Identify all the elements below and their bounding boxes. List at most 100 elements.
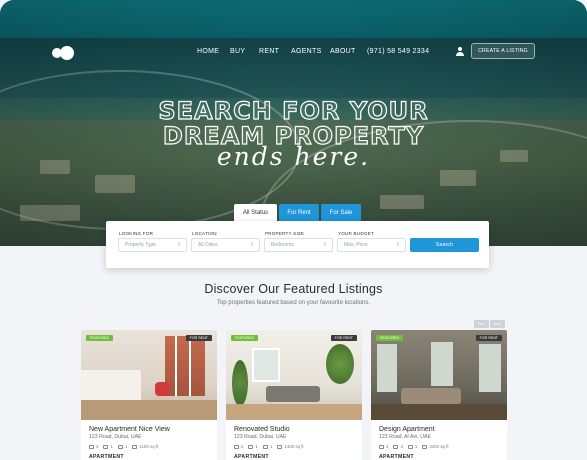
listing-features: 2 1 1 1400 sq ft bbox=[234, 444, 304, 449]
nav-rent[interactable]: RENT bbox=[259, 48, 279, 55]
tab-for-sale[interactable]: For Sale bbox=[321, 204, 361, 221]
field-label-looking-for: LOOKING FOR bbox=[119, 231, 154, 236]
listing-title[interactable]: Design Apartment bbox=[379, 426, 435, 433]
bath-icon bbox=[103, 444, 109, 449]
bed-icon bbox=[234, 444, 239, 449]
hero-script-text: ends here. bbox=[216, 142, 371, 171]
baths-count: 1 bbox=[255, 444, 258, 449]
next-button[interactable]: Next bbox=[490, 320, 505, 328]
property-type-value: Property Type bbox=[125, 242, 157, 248]
beds-count: 2 bbox=[241, 444, 244, 449]
listing-address: 123 Road, Al Ain, UAE bbox=[379, 434, 431, 440]
field-label-budget: YOUR BUDGET bbox=[338, 231, 374, 236]
chevron-down-icon: ⇳ bbox=[176, 242, 181, 248]
field-label-property-size: PROPERTY SIZE bbox=[265, 231, 305, 236]
area-feature: 1400 sq ft bbox=[277, 444, 304, 449]
bedrooms-select[interactable]: Bedrooms ⇳ bbox=[264, 238, 333, 252]
featured-badge: FEATURED bbox=[86, 335, 114, 341]
photo-window-frame bbox=[175, 336, 177, 396]
baths-count: 1 bbox=[110, 444, 113, 449]
listing-photo bbox=[371, 330, 507, 420]
listing-title[interactable]: New Apartment Nice View bbox=[89, 426, 170, 433]
area-value: 1400 sq ft bbox=[284, 444, 304, 449]
status-badge: FOR RENT bbox=[185, 335, 212, 341]
baths-count: 3 bbox=[400, 444, 403, 449]
photo-plant bbox=[326, 344, 354, 384]
area-feature: 2400 sq ft bbox=[422, 444, 449, 449]
listing-type: APARTMENT bbox=[234, 454, 269, 460]
create-listing-button[interactable]: CREATE A LISTING bbox=[471, 43, 535, 59]
photo-plant bbox=[232, 360, 248, 406]
photo-window bbox=[431, 342, 453, 386]
bed-icon bbox=[379, 444, 384, 449]
photo-sofa bbox=[266, 386, 320, 402]
prev-button[interactable]: Prev bbox=[474, 320, 489, 328]
max-price-select[interactable]: Max. Price ⇳ bbox=[337, 238, 406, 252]
tab-for-rent[interactable]: For Rent bbox=[279, 204, 319, 221]
parking-feature: 1 bbox=[407, 444, 417, 449]
logo[interactable] bbox=[52, 46, 76, 60]
car-icon bbox=[117, 444, 123, 449]
beds-feature: 2 bbox=[89, 444, 98, 449]
car-icon bbox=[262, 444, 268, 449]
photo-sofa bbox=[401, 388, 461, 404]
listing-title[interactable]: Renovated Studio bbox=[234, 426, 290, 433]
area-value: 2400 sq ft bbox=[429, 444, 449, 449]
bed-icon bbox=[89, 444, 94, 449]
area-feature: 1100 sq ft bbox=[132, 444, 158, 449]
page-frame: HOME BUY RENT AGENTS ABOUT (971) 58 549 … bbox=[0, 0, 587, 460]
baths-feature: 3 bbox=[393, 444, 403, 449]
baths-feature: 1 bbox=[103, 444, 113, 449]
max-price-value: Max. Price bbox=[344, 242, 368, 248]
nav-home[interactable]: HOME bbox=[197, 48, 219, 55]
bath-icon bbox=[248, 444, 254, 449]
location-select[interactable]: All Cities ⇳ bbox=[191, 238, 260, 252]
status-badge: FOR RENT bbox=[330, 335, 357, 341]
area-icon bbox=[422, 444, 428, 449]
chevron-down-icon: ⇳ bbox=[249, 242, 254, 248]
nav-agents[interactable]: AGENTS bbox=[291, 48, 322, 55]
photo-chair bbox=[155, 382, 169, 396]
search-button[interactable]: Search bbox=[410, 238, 479, 252]
tab-all-status[interactable]: All Status bbox=[234, 204, 277, 221]
listing-features: 4 3 1 2400 sq ft bbox=[379, 444, 449, 449]
beds-count: 2 bbox=[96, 444, 99, 449]
photo-window-frame bbox=[189, 336, 191, 396]
featured-title: Discover Our Featured Listings bbox=[204, 282, 383, 296]
bedrooms-value: Bedrooms bbox=[271, 242, 294, 248]
featured-badge: FEATURED bbox=[231, 335, 259, 341]
nav-phone[interactable]: (971) 58 549 2334 bbox=[367, 48, 429, 55]
parking-feature: 1 bbox=[262, 444, 273, 449]
chevron-down-icon: ⇳ bbox=[322, 242, 327, 248]
location-value: All Cities bbox=[198, 242, 218, 248]
listing-address: 123 Road, Dubai, UAE bbox=[89, 434, 142, 440]
photo-floor bbox=[81, 400, 217, 420]
status-badge: FOR RENT bbox=[475, 335, 502, 341]
listing-card[interactable]: FEATURED FOR RENT New Apartment Nice Vie… bbox=[81, 330, 217, 460]
listing-features: 2 1 1 1100 sq ft bbox=[89, 444, 158, 449]
beds-feature: 2 bbox=[234, 444, 243, 449]
listing-address: 123 Road, Dubai, UAE bbox=[234, 434, 287, 440]
photo-window bbox=[479, 344, 501, 392]
listing-card[interactable]: FEATURED FOR RENT Renovated Studio 123 R… bbox=[226, 330, 362, 460]
area-value: 1100 sq ft bbox=[139, 444, 159, 449]
area-icon bbox=[132, 444, 138, 449]
nav-about[interactable]: ABOUT bbox=[330, 48, 356, 55]
baths-feature: 1 bbox=[248, 444, 258, 449]
parking-feature: 1 bbox=[117, 444, 127, 449]
photo-kitchen bbox=[81, 370, 141, 400]
bath-icon bbox=[393, 444, 399, 449]
property-type-select[interactable]: Property Type ⇳ bbox=[118, 238, 187, 252]
listing-card[interactable]: FEATURED FOR RENT Design Apartment 123 R… bbox=[371, 330, 507, 460]
parking-count: 1 bbox=[269, 444, 273, 449]
top-nav: HOME BUY RENT AGENTS ABOUT (971) 58 549 … bbox=[0, 38, 587, 66]
search-panel: LOOKING FOR Property Type ⇳ LOCATION All … bbox=[106, 221, 489, 268]
field-label-location: LOCATION bbox=[192, 231, 217, 236]
featured-subtitle: Top properties featured based on your fa… bbox=[216, 300, 371, 306]
beds-feature: 4 bbox=[379, 444, 388, 449]
car-icon bbox=[407, 444, 413, 449]
hero-headline-line1: SEARCH FOR YOUR bbox=[158, 96, 429, 125]
user-icon[interactable] bbox=[456, 47, 464, 56]
nav-buy[interactable]: BUY bbox=[230, 48, 245, 55]
listing-photo bbox=[226, 330, 362, 420]
